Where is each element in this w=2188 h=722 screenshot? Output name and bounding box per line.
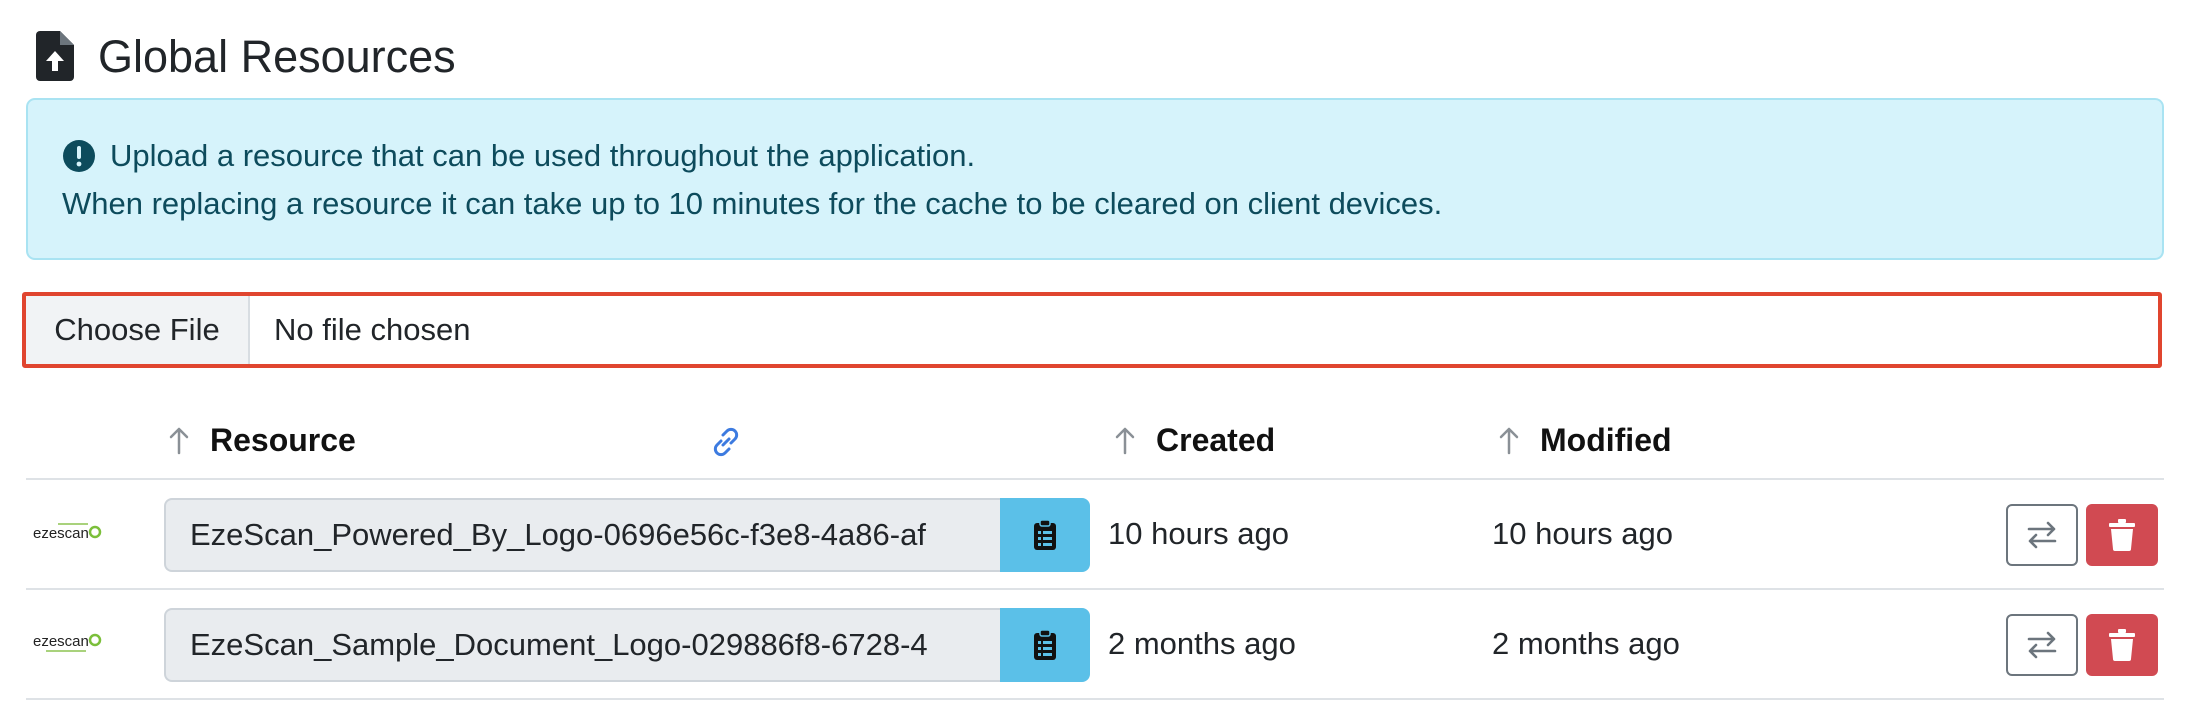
modified-cell: 2 months ago	[1492, 626, 1680, 661]
delete-button[interactable]	[2086, 504, 2158, 566]
column-resource-label: Resource	[210, 422, 356, 458]
replace-button[interactable]	[2006, 614, 2078, 676]
exchange-icon	[2027, 521, 2057, 549]
created-cell: 10 hours ago	[1108, 516, 1289, 551]
modified-cell: 10 hours ago	[1492, 516, 1673, 551]
delete-button[interactable]	[2086, 614, 2158, 676]
link-icon[interactable]	[708, 424, 744, 460]
alert-line-1: Upload a resource that can be used throu…	[110, 138, 976, 173]
arrow-up-icon	[1115, 427, 1135, 454]
column-resource[interactable]: Resource	[168, 422, 356, 459]
resource-name-group: EzeScan_Sample_Document_Logo-029886f8-67…	[164, 608, 1090, 682]
file-upload-input[interactable]: Choose File No file chosen	[22, 292, 2162, 368]
resource-name-field[interactable]: EzeScan_Sample_Document_Logo-029886f8-67…	[164, 608, 1000, 682]
alert-line-2: When replacing a resource it can take up…	[62, 186, 1443, 221]
column-created[interactable]: Created	[1114, 422, 1275, 459]
arrow-up-icon	[169, 427, 189, 454]
file-status-text: No file chosen	[274, 312, 471, 347]
ezescan-logo: ezescan	[33, 633, 102, 652]
exchange-icon	[2027, 631, 2057, 659]
page-title: Global Resources	[98, 30, 456, 82]
created-cell: 2 months ago	[1108, 626, 1296, 661]
thumbnail-text: ezescan	[33, 633, 89, 650]
thumbnail-text: ezescan	[33, 525, 89, 542]
table-header: Resource Created Modified	[26, 408, 2164, 480]
arrow-up-icon	[1499, 427, 1519, 454]
ezescan-logo: ezescan	[33, 523, 102, 542]
clipboard-icon	[1034, 629, 1056, 660]
trash-icon	[2109, 519, 2135, 551]
page-header: Global Resources	[36, 26, 456, 86]
column-modified-label: Modified	[1540, 422, 1672, 458]
file-upload-icon	[36, 31, 74, 81]
choose-file-button[interactable]: Choose File	[26, 296, 250, 364]
resource-name-group: EzeScan_Powered_By_Logo-0696e56c-f3e8-4a…	[164, 498, 1090, 572]
column-modified[interactable]: Modified	[1498, 422, 1672, 459]
clipboard-icon	[1034, 519, 1056, 550]
column-created-label: Created	[1156, 422, 1276, 458]
exclamation-circle-icon	[63, 140, 95, 172]
info-alert: Upload a resource that can be used throu…	[26, 98, 2164, 260]
table-row: ezescan EzeScan_Sample_Document_Logo-029…	[26, 590, 2164, 700]
copy-link-button[interactable]	[1000, 498, 1090, 572]
table-row: ezescan EzeScan_Powered_By_Logo-0696e56c…	[26, 480, 2164, 590]
replace-button[interactable]	[2006, 504, 2078, 566]
copy-link-button[interactable]	[1000, 608, 1090, 682]
trash-icon	[2109, 629, 2135, 661]
resource-name-field[interactable]: EzeScan_Powered_By_Logo-0696e56c-f3e8-4a…	[164, 498, 1000, 572]
